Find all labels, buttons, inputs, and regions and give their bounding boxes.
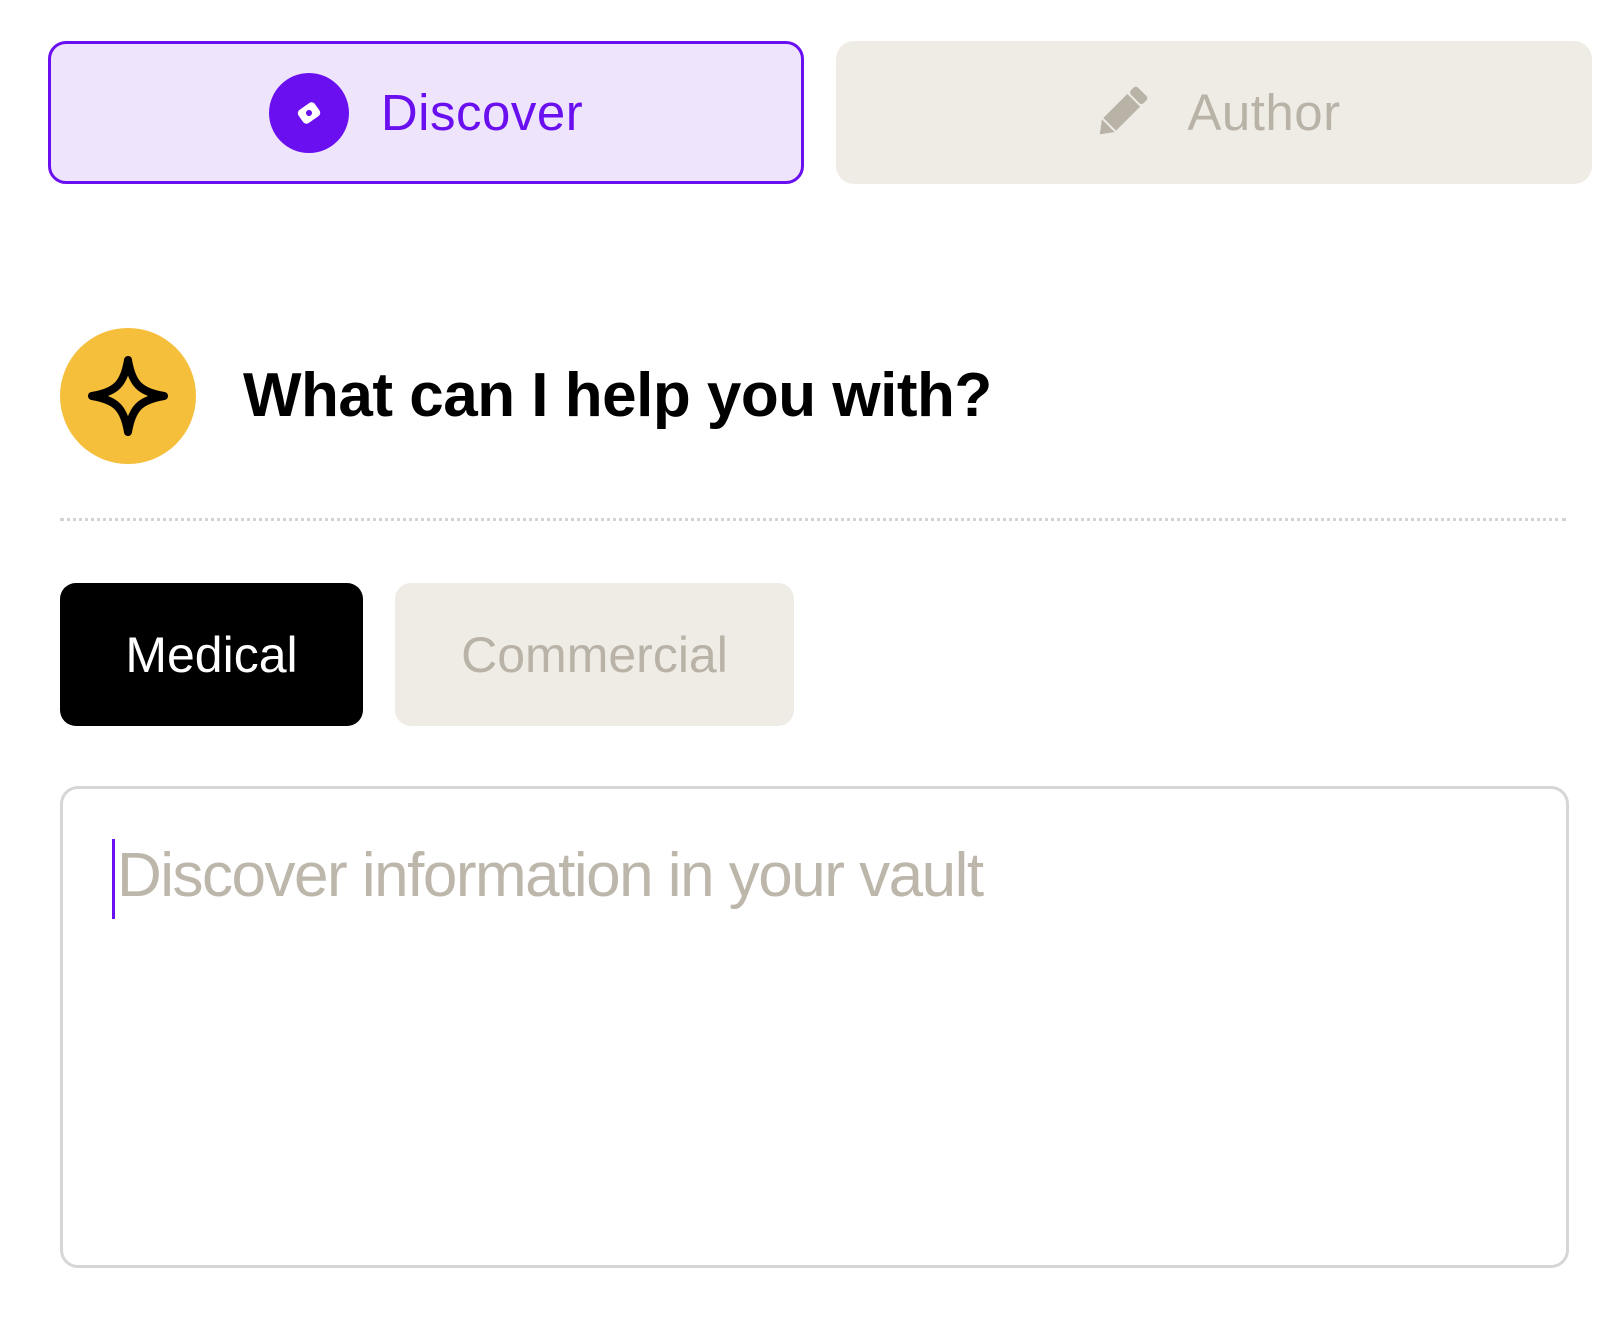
tab-discover-label: Discover bbox=[380, 84, 584, 141]
compass-icon bbox=[268, 72, 349, 153]
divider bbox=[60, 518, 1566, 521]
pencil-icon bbox=[1087, 79, 1155, 147]
prompt-input[interactable] bbox=[111, 831, 1517, 1231]
category-medical-button[interactable]: Medical bbox=[60, 583, 363, 726]
tab-author[interactable]: Author bbox=[836, 41, 1592, 184]
category-commercial-button[interactable]: Commercial bbox=[395, 583, 794, 726]
page-title: What can I help you with? bbox=[243, 361, 992, 430]
tab-author-label: Author bbox=[1187, 84, 1341, 141]
sparkle-icon bbox=[60, 328, 196, 464]
tab-discover[interactable]: Discover bbox=[48, 41, 804, 184]
prompt-box bbox=[60, 786, 1569, 1268]
